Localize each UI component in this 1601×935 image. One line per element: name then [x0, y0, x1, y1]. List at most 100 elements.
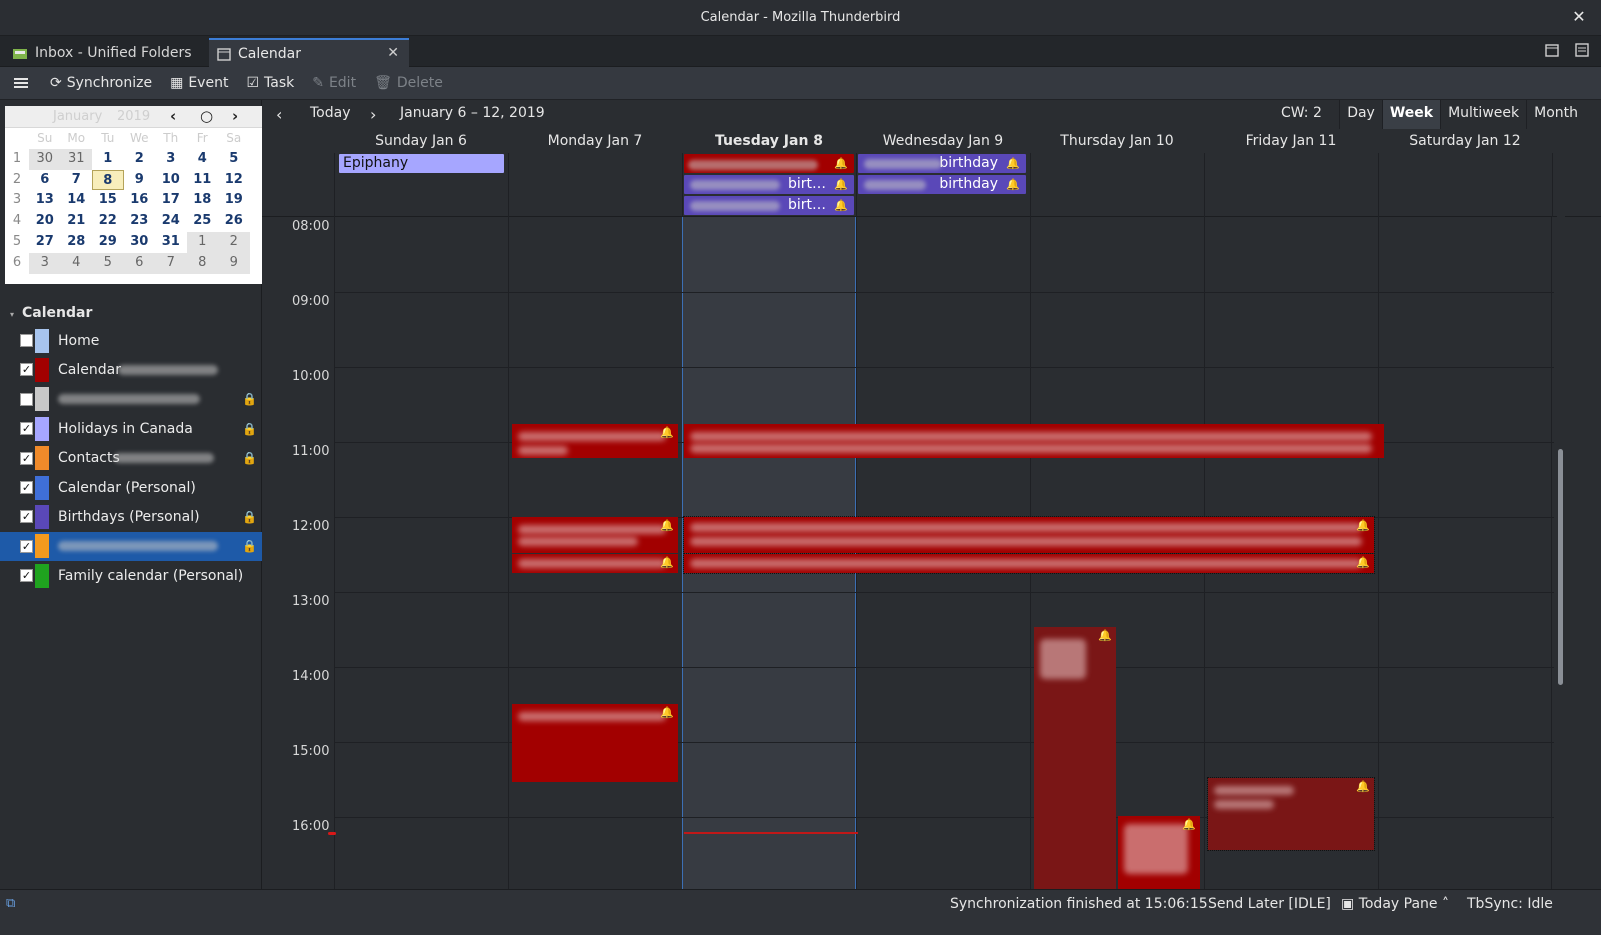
edit-button[interactable]: ✎ Edit	[312, 75, 356, 91]
minimonth-day[interactable]: 10	[155, 170, 187, 191]
day-header[interactable]: Monday Jan 7	[508, 133, 682, 149]
event-monday-1100[interactable]: 🔔	[512, 424, 678, 458]
minimonth-day[interactable]: 11	[187, 170, 219, 191]
calendar-list-item[interactable]: ✓ Birthdays (Personal) 🔒	[0, 502, 262, 531]
minimonth-day[interactable]: 30	[124, 232, 156, 253]
time-grid-scrollbar[interactable]	[1557, 129, 1565, 889]
minimonth-day[interactable]: 13	[29, 190, 61, 211]
minimonth-day[interactable]: 25	[187, 211, 219, 232]
view-tab-month[interactable]: Month	[1526, 100, 1585, 129]
minimonth-day[interactable]: 30	[29, 148, 61, 170]
minimonth-day[interactable]: 3	[155, 149, 187, 170]
day-column-saturday[interactable]	[1378, 217, 1552, 889]
calendar-checkbox[interactable]	[20, 392, 33, 406]
calendar-list-item[interactable]: ✓ Calendar	[0, 355, 262, 384]
view-tab-multiweek[interactable]: Multiweek	[1440, 100, 1526, 129]
tbsync-status[interactable]: TbSync: Idle	[1467, 896, 1553, 912]
tab-calendar[interactable]: Calendar ✕	[209, 38, 409, 67]
day-header[interactable]: Thursday Jan 10	[1030, 133, 1204, 149]
allday-event-wednesday-birthday-1[interactable]: birthday 🔔	[858, 154, 1026, 173]
minimonth-day[interactable]: 7	[155, 252, 187, 274]
minimonth-day[interactable]: 1	[186, 231, 218, 253]
allday-event-epiphany[interactable]: Epiphany	[339, 154, 504, 173]
minimonth-day[interactable]: 20	[29, 211, 61, 232]
minimonth-day[interactable]: 14	[61, 190, 93, 211]
minimonth-day[interactable]: 8	[186, 252, 218, 274]
minimonth-day[interactable]: 28	[61, 232, 93, 253]
new-task-button[interactable]: ☑ Task	[246, 75, 294, 91]
day-column-tuesday[interactable]	[682, 217, 856, 889]
minimonth-day[interactable]: 8	[92, 169, 124, 191]
calendar-list-item[interactable]: ✓ Calendar (Personal)	[0, 473, 262, 502]
day-header[interactable]: Tuesday Jan 8	[682, 133, 856, 149]
minimonth-day[interactable]: 26	[218, 211, 250, 232]
minimonth-day[interactable]: 19	[218, 190, 250, 211]
view-tab-week[interactable]: Week	[1381, 100, 1441, 129]
minimonth-day[interactable]: 16	[124, 190, 156, 211]
twisty-icon[interactable]: ▾	[10, 310, 14, 319]
synchronize-button[interactable]: ⟳ Synchronize	[50, 75, 152, 91]
calendar-list-item[interactable]: ✓ Contacts 🔒	[0, 444, 262, 473]
minimonth-day[interactable]: 2	[124, 149, 156, 170]
calendar-checkbox[interactable]: ✓	[20, 422, 33, 436]
allday-event-tuesday-1[interactable]: 🔔	[684, 154, 854, 173]
minimonth-today-icon[interactable]: ○	[200, 107, 213, 125]
minimonth-day[interactable]: 6	[29, 170, 61, 191]
event-thursday-1600[interactable]: 🔔	[1118, 816, 1200, 889]
minimonth-day[interactable]: 23	[124, 211, 156, 232]
tab-close-icon[interactable]: ✕	[387, 45, 399, 61]
minimonth-year[interactable]: 2019	[117, 109, 150, 124]
minimonth-day[interactable]: 3	[29, 252, 61, 274]
scrollbar-thumb[interactable]	[1558, 449, 1563, 685]
event-tue-fri-1100[interactable]	[684, 424, 1384, 458]
minimonth-next-icon[interactable]: ›	[232, 107, 238, 125]
calendar-list-item[interactable]: ✓ 🔒	[0, 531, 262, 561]
calendar-checkbox[interactable]: ✓	[20, 363, 33, 377]
minimonth-day[interactable]: 21	[61, 211, 93, 232]
minimonth-day[interactable]: 24	[155, 211, 187, 232]
today-button[interactable]: Today	[310, 105, 351, 121]
minimonth-day[interactable]: 5	[92, 252, 124, 274]
online-status-icon[interactable]: ⧉	[6, 896, 15, 911]
event-tue-fri-1230[interactable]: 🔔	[683, 553, 1375, 574]
calendar-checkbox[interactable]: ✓	[20, 539, 33, 553]
day-header[interactable]: Sunday Jan 6	[334, 133, 508, 149]
calendar-view-icon[interactable]	[1545, 43, 1559, 57]
calendar-list-item[interactable]: ✓ Family calendar (Personal)	[0, 561, 262, 590]
calendar-checkbox[interactable]: ✓	[20, 451, 33, 465]
minimonth-day[interactable]: 6	[123, 252, 155, 274]
event-tue-fri-1200[interactable]: 🔔	[683, 516, 1375, 554]
minimonth-day[interactable]: 5	[218, 149, 250, 170]
next-week-icon[interactable]: ›	[370, 105, 376, 124]
minimonth-day[interactable]: 18	[187, 190, 219, 211]
calendar-list-item[interactable]: Home	[0, 326, 262, 355]
view-tab-day[interactable]: Day	[1339, 100, 1382, 129]
calendar-checkbox[interactable]: ✓	[20, 481, 33, 494]
allday-event-tuesday-birthday-2[interactable]: birt… 🔔	[684, 196, 854, 215]
day-header[interactable]: Wednesday Jan 9	[856, 133, 1030, 149]
calendar-checkbox[interactable]: ✓	[20, 569, 33, 583]
today-pane-toggle[interactable]: ▣ Today Pane ˄	[1341, 896, 1449, 912]
day-column-wednesday[interactable]	[856, 217, 1030, 889]
calendar-list-item[interactable]: 🔒	[0, 385, 262, 414]
minimonth-day[interactable]: 17	[155, 190, 187, 211]
event-monday-1430[interactable]: 🔔	[512, 704, 678, 782]
menu-icon[interactable]	[14, 77, 28, 89]
day-header[interactable]: Friday Jan 11	[1204, 133, 1378, 149]
minimonth-day[interactable]: 29	[92, 232, 124, 253]
allday-event-wednesday-birthday-2[interactable]: birthday 🔔	[858, 175, 1026, 194]
calendar-checkbox[interactable]: ✓	[20, 510, 33, 524]
minimonth-month[interactable]: January	[53, 109, 102, 124]
send-later-status[interactable]: Send Later [IDLE]	[1208, 896, 1331, 912]
window-close-icon[interactable]: ✕	[1569, 7, 1589, 27]
day-column-monday[interactable]	[508, 217, 682, 889]
event-thursday-1330[interactable]: 🔔	[1034, 627, 1116, 889]
minimonth-day[interactable]: 12	[218, 170, 250, 191]
minimonth-prev-icon[interactable]: ‹	[170, 107, 176, 125]
minimonth-day[interactable]: 4	[60, 252, 92, 274]
minimonth-day[interactable]: 9	[124, 170, 156, 191]
new-event-button[interactable]: ▦ Event	[170, 75, 228, 91]
minimonth-day[interactable]: 31	[155, 232, 187, 253]
event-monday-1230[interactable]: 🔔	[512, 554, 678, 573]
day-header[interactable]: Saturday Jan 12	[1378, 133, 1552, 149]
